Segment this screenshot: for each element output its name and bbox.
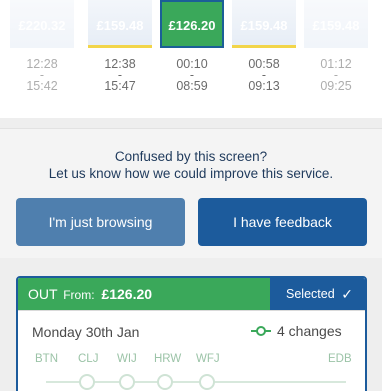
fare-option-selected[interactable]: £126.20 00:10 - 08:59 [160,0,224,92]
stop-dot [199,374,215,390]
fare-option[interactable]: £159.48 12:38 - 15:47 [88,0,152,92]
feedback-subtext: Let us know how we could improve this se… [48,166,334,181]
check-icon: ✓ [341,286,353,302]
fare-times: 00:10 - 08:59 [160,58,224,93]
just-browsing-button[interactable]: I'm just browsing [16,198,185,246]
journey-date: Monday 30th Jan [32,324,140,340]
direction-label: OUT [28,286,58,302]
fare-price: £126.20 [160,0,224,48]
arrive-time: 15:42 [26,79,58,93]
from-label: From: [63,288,95,302]
fare-price: £159.48 [232,0,296,48]
arrive-time: 09:13 [248,79,280,93]
fare-option[interactable]: £159.48 01:12 - 09:25 [304,0,368,92]
fare-times: 00:58 - 09:13 [232,58,296,93]
fare-times: 01:12 - 09:25 [304,58,368,93]
fare-times: 12:28 - 15:42 [10,58,74,93]
fare-price: £159.48 [304,0,368,48]
stop-dot [157,374,173,390]
changes-icon [251,326,271,336]
arrive-time: 08:59 [176,79,208,93]
feedback-heading: Confused by this screen? [114,149,268,164]
journey-card[interactable]: OUT From: £126.20 Selected ✓ Monday 30th… [16,276,367,391]
fare-option[interactable]: £220.32 12:28 - 15:42 [10,0,74,92]
journey-price: £126.20 [101,286,153,302]
journey-card-header: OUT From: £126.20 Selected ✓ [18,278,365,310]
changes-count: 4 changes [277,323,342,339]
feedback-panel: Confused by this screen? Let us know how… [0,128,382,258]
fare-price: £159.48 [88,0,152,48]
station-code: HRW [154,353,182,365]
station-code: CLJ [78,353,99,365]
station-code: EDB [328,353,352,365]
journey-card-body: Monday 30th Jan 4 changes BTN CLJ WIJ HR… [18,310,365,391]
changes-info[interactable]: 4 changes [250,323,342,339]
station-code: BTN [35,353,58,365]
arrive-time: 09:25 [320,79,352,93]
fare-carousel: £220.32 12:28 - 15:42 £159.48 12:38 - 15… [0,0,382,118]
fare-option[interactable]: £159.48 00:58 - 09:13 [232,0,296,92]
section-divider [0,118,382,128]
station-code: WFJ [196,353,220,365]
stop-dot [79,374,95,390]
stop-dot [119,374,135,390]
have-feedback-button[interactable]: I have feedback [198,198,367,246]
feedback-prompt: Confused by this screen? Let us know how… [0,148,382,182]
selected-label: Selected [286,287,335,301]
arrive-time: 15:47 [104,79,136,93]
route-stations: BTN CLJ WIJ HRW WFJ EDB [18,353,365,391]
selected-badge: Selected ✓ [270,278,365,310]
outbound-fare-summary: OUT From: £126.20 [18,278,270,310]
station-code: WIJ [117,353,137,365]
fare-times: 12:38 - 15:47 [88,58,152,93]
fare-price: £220.32 [10,0,74,48]
